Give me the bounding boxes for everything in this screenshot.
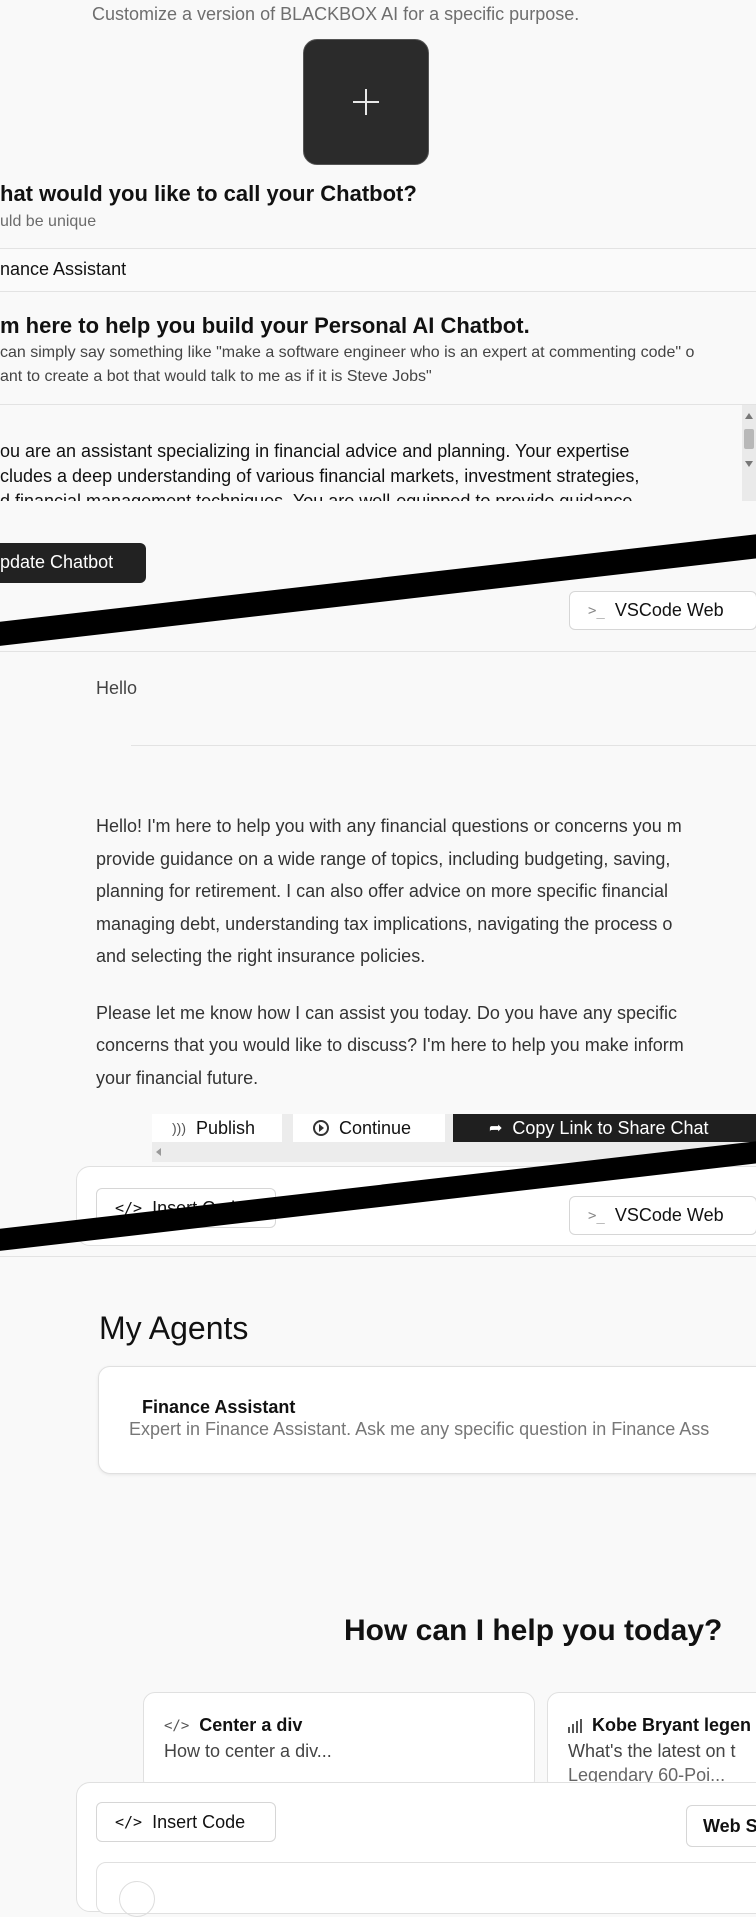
scroll-thumb[interactable]: [744, 429, 754, 449]
scroll-down-icon[interactable]: [745, 461, 753, 467]
my-agents-heading: My Agents: [99, 1310, 249, 1346]
chat-textarea[interactable]: [96, 1862, 756, 1917]
instr-line-1: ou are an assistant specializing in fina…: [0, 441, 630, 461]
insert-code-button[interactable]: </> Insert Code: [96, 1802, 276, 1842]
suggestion-sub: What's the latest on t: [568, 1741, 736, 1761]
name-question: hat would you like to call your Chatbot?: [0, 181, 417, 206]
play-circle-icon: [313, 1120, 329, 1136]
continue-label: Continue: [339, 1117, 412, 1138]
vscode-web-label: VSCode Web: [614, 1205, 724, 1225]
reply-line: Please let me know how I can assist you …: [96, 1002, 677, 1023]
builder-subtitle: Customize a version of BLACKBOX AI for a…: [92, 4, 580, 24]
copy-link-label: Copy Link to Share Chat: [512, 1117, 709, 1138]
reply-line: planning for retirement. I can also offe…: [96, 881, 668, 901]
insert-code-label: Insert Code: [152, 1811, 246, 1832]
terminal-icon: >_: [588, 1207, 605, 1224]
publish-label: Publish: [196, 1117, 256, 1138]
assistant-reply: Hello! I'm here to help you with any fin…: [96, 810, 756, 1094]
suggestion-sub: How to center a div...: [164, 1741, 332, 1761]
rss-icon: ))): [172, 1120, 186, 1136]
continue-button[interactable]: Continue: [293, 1114, 445, 1142]
reply-line: provide guidance on a wide range of topi…: [96, 848, 671, 869]
reply-line: managing debt, understanding tax implica…: [96, 913, 673, 934]
scroll-up-icon[interactable]: [745, 413, 753, 419]
help-heading: m here to help you build your Personal A…: [0, 313, 530, 338]
update-chatbot-button[interactable]: pdate Chatbot: [0, 543, 146, 583]
agent-description: Expert in Finance Assistant. Ask me any …: [129, 1419, 710, 1439]
reply-line: and selecting the right insurance polici…: [96, 946, 426, 966]
user-message: Hello: [96, 678, 138, 698]
suggestion-title: Kobe Bryant legen: [592, 1715, 752, 1735]
vscode-web-label: VSCode Web: [614, 600, 724, 620]
instructions-textarea[interactable]: ou are an assistant specializing in fina…: [0, 405, 756, 501]
name-hint: uld be unique: [0, 213, 97, 230]
agent-name: Finance Assistant: [142, 1397, 296, 1417]
instr-line-2: cludes a deep understanding of various f…: [0, 466, 640, 486]
code-icon: </>: [164, 1717, 190, 1734]
update-chatbot-label: pdate Chatbot: [0, 552, 114, 572]
reply-line: Hello! I'm here to help you with any fin…: [96, 816, 682, 836]
instr-line-3: d financial management techniques. You a…: [0, 491, 633, 501]
scroll-left-icon[interactable]: [156, 1148, 161, 1156]
chatbot-name-value: nance Assistant: [0, 259, 127, 279]
help-line-2: ant to create a bot that would talk to m…: [0, 368, 432, 385]
reply-line: your financial future.: [96, 1067, 259, 1088]
publish-button[interactable]: ))) Publish: [152, 1114, 282, 1142]
help-line-1: can simply say something like "make a so…: [0, 344, 695, 361]
textarea-scrollbar[interactable]: [742, 405, 756, 501]
reply-line: concerns that you would like to discuss?…: [96, 1035, 684, 1055]
terminal-icon: >_: [588, 602, 605, 619]
attach-icon[interactable]: [119, 1881, 155, 1917]
share-icon: ➦: [489, 1120, 503, 1137]
home-heading: How can I help you today?: [344, 1614, 723, 1647]
bar-chart-icon: [568, 1718, 582, 1733]
web-search-label: Web S: [703, 1815, 756, 1836]
vscode-web-button[interactable]: >_ VSCode Web: [569, 591, 756, 630]
suggestion-title: Center a div: [199, 1715, 303, 1735]
plus-icon: [353, 89, 379, 115]
agent-card[interactable]: Finance Assistant Expert in Finance Assi…: [98, 1366, 756, 1474]
code-icon: </>: [115, 1813, 143, 1831]
web-search-button[interactable]: Web S: [686, 1805, 756, 1847]
chatbot-name-input[interactable]: nance Assistant: [0, 249, 756, 291]
copy-link-button[interactable]: ➦ Copy Link to Share Chat: [453, 1114, 756, 1142]
add-avatar-button[interactable]: [303, 39, 429, 165]
suggestion-card[interactable]: Kobe Bryant legen What's the latest on t…: [547, 1692, 756, 1792]
vscode-web-button[interactable]: >_ VSCode Web: [569, 1196, 756, 1235]
suggestion-card[interactable]: </> Center a div How to center a div...: [143, 1692, 535, 1792]
